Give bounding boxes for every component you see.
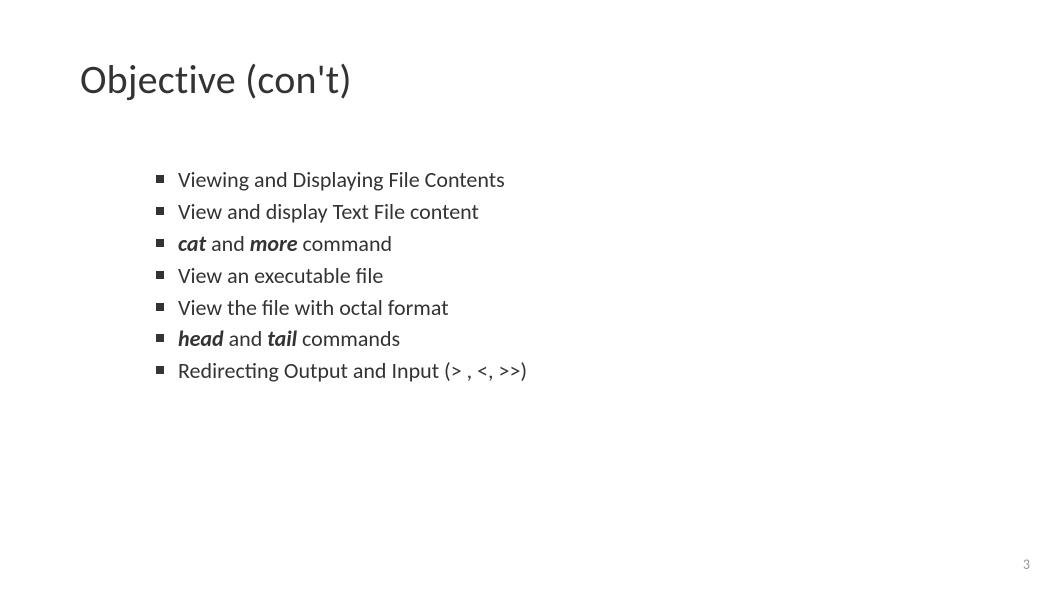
bullet-list: Viewing and Displaying File Contents Vie… bbox=[156, 164, 982, 387]
list-item-text: command bbox=[298, 230, 393, 257]
list-item: head and tail commands bbox=[156, 323, 982, 355]
list-item: Viewing and Displaying File Contents bbox=[156, 164, 982, 196]
list-item-text: head bbox=[178, 325, 224, 352]
list-item-text: View an executable file bbox=[178, 262, 383, 289]
list-item: Redirecting Output and Input (> , <, >>) bbox=[156, 355, 982, 387]
list-item-text: and bbox=[224, 325, 268, 352]
list-item-text: tail bbox=[267, 325, 297, 352]
list-item-text: cat bbox=[178, 230, 206, 257]
slide: Objective (con't) Viewing and Displaying… bbox=[0, 0, 1062, 597]
list-item: View and display Text File content bbox=[156, 196, 982, 228]
list-item-text: more bbox=[250, 230, 298, 257]
list-item-text: commands bbox=[297, 325, 400, 352]
slide-title: Objective (con't) bbox=[80, 55, 982, 104]
list-item: View the file with octal format bbox=[156, 292, 982, 324]
list-item: View an executable file bbox=[156, 260, 982, 292]
page-number: 3 bbox=[1023, 556, 1030, 573]
list-item-text: and bbox=[206, 230, 250, 257]
list-item-text: View and display Text File content bbox=[178, 198, 479, 225]
list-item-text: Viewing and Displaying File Contents bbox=[178, 166, 505, 193]
list-item-text: Redirecting Output and Input (> , <, >>) bbox=[178, 357, 527, 384]
list-item: cat and more command bbox=[156, 228, 982, 260]
list-item-text: View the file with octal format bbox=[178, 294, 449, 321]
